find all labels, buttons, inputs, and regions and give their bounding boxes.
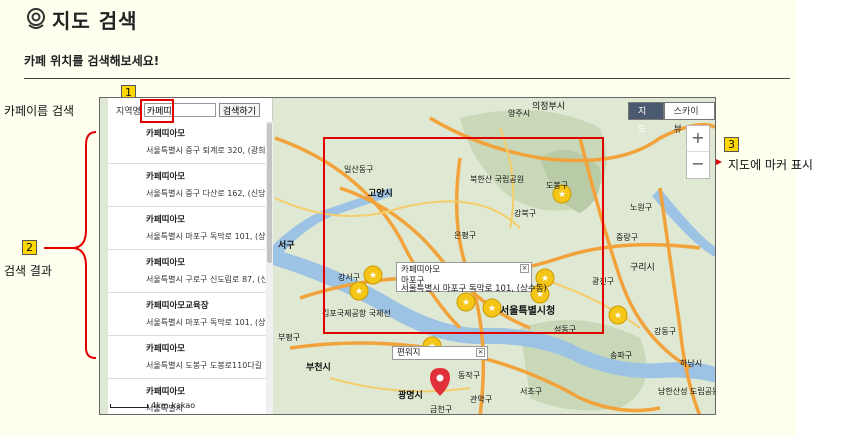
item-name: 카페띠아모 [146, 129, 186, 139]
item-address: 서울특별시 마포구 독막로 101, (상 [146, 318, 266, 327]
search-panel: 지역명 검색하기 카페띠아모서울특별시 중구 퇴계로 320, (광희 카페띠아… [108, 98, 273, 414]
list-item[interactable]: 카페띠아모서울특별시 도봉구 도봉로110다길 [108, 336, 266, 379]
list-item[interactable]: 카페띠아모서울특별시 중구 퇴계로 320, (광희 [108, 121, 266, 164]
map-scale: 4km kakao [110, 401, 195, 410]
item-address: 서울특별시 도봉구 도봉로110다길 [146, 361, 263, 370]
info-small-close-button[interactable]: × [476, 348, 485, 357]
item-name: 카페띠아모 [146, 258, 186, 268]
scale-bar [110, 403, 148, 408]
map-label-gwanak: 관악구 [470, 395, 493, 404]
map-label-jungnang: 중랑구 [616, 233, 639, 242]
item-name: 카페띠아모 [146, 344, 186, 354]
item-address: 서울특별시 구로구 신도림로 87, (신 [146, 275, 266, 284]
item-address: 서울특별시 중구 다산로 162, (신당 [146, 189, 266, 198]
marker-info-window-small: 편워지 × [392, 346, 488, 360]
map-type-control: 지도 스카이뷰 [628, 102, 715, 135]
map-label-guri: 구리시 [630, 263, 655, 273]
list-item[interactable]: 카페띠아모서울특별시 구로구 신도림로 87, (신 [108, 250, 266, 293]
map-label-hanam: 하남시 [680, 359, 703, 368]
map-type-map-button[interactable]: 지도 [628, 102, 664, 135]
search-row: 지역명 검색하기 [116, 103, 260, 117]
search-prefix-label: 지역명 [116, 106, 141, 117]
map-type-skyview-button[interactable]: 스카이뷰 [663, 102, 715, 135]
annotation-box-markers [323, 137, 604, 334]
item-address: 서울특별시 마포구 독막로 101, (상 [146, 232, 266, 241]
list-item[interactable]: 카페띠아모교육장서울특별시 마포구 독막로 101, (상 [108, 293, 266, 336]
item-name: 카페띠아모 [146, 215, 186, 225]
scale-text: 4km [151, 401, 169, 410]
map-label-dongjak: 동작구 [458, 371, 481, 380]
map-label-geumcheon: 금천구 [430, 405, 453, 414]
map-label-namhansan: 남한산성 도립공원 [658, 387, 716, 396]
map-label-gangdong: 강동구 [654, 327, 677, 336]
map-label-seogu: 서구 [278, 241, 295, 251]
kakao-logo: kakao [171, 401, 196, 410]
list-item[interactable]: 카페띠아모서울특별시 마포구 독막로 101, (상 [108, 207, 266, 250]
item-address: 서울특별시 중구 퇴계로 320, (광희 [146, 146, 266, 155]
zoom-out-button[interactable]: − [687, 152, 709, 178]
map-label-seocho: 서초구 [520, 387, 543, 396]
info-small-name: 편워지 [397, 348, 421, 358]
annotation-box-search [140, 99, 174, 123]
result-list: 카페띠아모 서울특별시 중구 퇴계로 320, (광희 카페띠아모 서울특별시 중구… [108, 121, 266, 414]
map-label-songpa: 송파구 [610, 351, 633, 360]
item-name: 카페띠아모 [146, 172, 186, 182]
map-label-uijeongbu: 의정부시 [532, 102, 566, 112]
item-name: 카페띠아모교육장 [146, 301, 209, 311]
svg-text:★: ★ [614, 311, 622, 321]
map-label-nowon: 노원구 [630, 203, 653, 212]
search-button[interactable]: 검색하기 [218, 103, 260, 117]
zoom-in-button[interactable]: + [687, 126, 709, 152]
item-name: 카페띠아모 [146, 387, 186, 397]
map-label-bucheon: 부천시 [306, 363, 331, 373]
result-list-scrollbar[interactable] [266, 121, 273, 414]
zoom-control: + − [686, 125, 710, 179]
map-label-gwangmyeong: 광명시 [398, 391, 423, 401]
list-item[interactable]: 카페띠아모서울특별시 중구 다산로 162, (신당 [108, 164, 266, 207]
map-label-bupyeong: 부평구 [278, 333, 301, 342]
map-label-yangju: 양주시 [508, 109, 531, 118]
scrollbar-thumb[interactable] [267, 123, 272, 263]
